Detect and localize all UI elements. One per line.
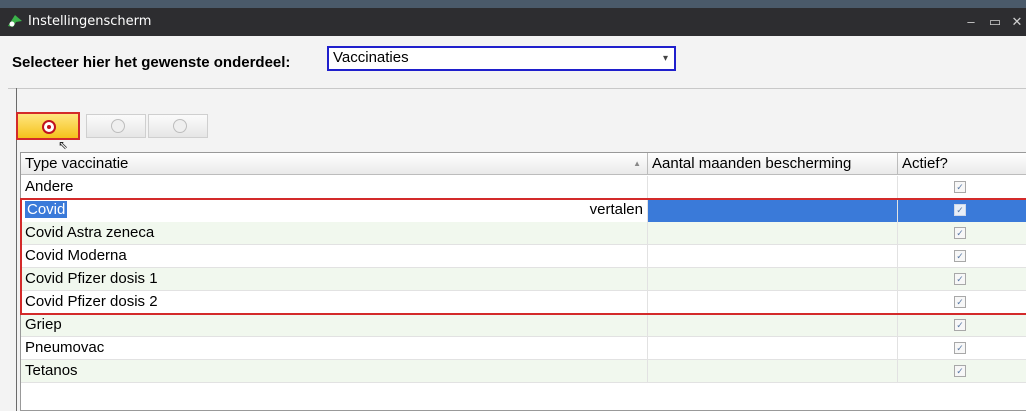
months-cell bbox=[648, 199, 898, 222]
column-header-type-label: Type vaccinatie bbox=[25, 155, 129, 172]
mouse-pointer-icon: ⇖ bbox=[58, 138, 69, 152]
sort-ascending-icon: ▲ bbox=[633, 159, 641, 168]
active-checkbox[interactable]: ✓ bbox=[954, 204, 966, 216]
type-cell: Griep bbox=[21, 314, 648, 337]
table-row-selected[interactable]: Covid vertalen ✓ bbox=[21, 199, 1026, 222]
selector-row: Selecteer hier het gewenste onderdeel: V… bbox=[8, 36, 1026, 86]
active-cell: ✓ bbox=[898, 314, 1026, 337]
type-cell-text[interactable]: Covid bbox=[25, 201, 68, 218]
column-header-months-label: Aantal maanden bescherming bbox=[652, 155, 852, 172]
table-row[interactable]: Andere ✓ bbox=[21, 176, 1026, 199]
months-cell bbox=[648, 176, 898, 199]
delete-icon bbox=[173, 119, 187, 133]
months-cell bbox=[648, 360, 898, 383]
section-dropdown-value: Vaccinaties bbox=[333, 49, 409, 66]
minimize-button[interactable]: – bbox=[962, 13, 980, 31]
type-cell: Covid Moderna bbox=[21, 245, 648, 268]
app-icon bbox=[8, 15, 22, 27]
edit-button[interactable] bbox=[86, 114, 146, 138]
table-row[interactable]: Covid Pfizer dosis 2 ✓ bbox=[21, 291, 1026, 314]
settings-window: Instellingenscherm – ▭ ✕ Selecteer hier … bbox=[0, 0, 1026, 411]
active-cell: ✓ bbox=[898, 176, 1026, 199]
type-cell: Pneumovac bbox=[21, 337, 648, 360]
active-checkbox[interactable]: ✓ bbox=[954, 273, 966, 285]
active-cell: ✓ bbox=[898, 360, 1026, 383]
months-cell bbox=[648, 245, 898, 268]
close-button[interactable]: ✕ bbox=[1008, 13, 1026, 31]
active-cell: ✓ bbox=[898, 245, 1026, 268]
active-checkbox[interactable]: ✓ bbox=[954, 250, 966, 262]
table-row[interactable]: Covid Astra zeneca ✓ bbox=[21, 222, 1026, 245]
active-checkbox[interactable]: ✓ bbox=[954, 227, 966, 239]
column-header-type[interactable]: Type vaccinatie ▲ bbox=[21, 153, 648, 175]
chevron-down-icon: ▾ bbox=[662, 53, 668, 64]
active-checkbox[interactable]: ✓ bbox=[954, 181, 966, 193]
table-row[interactable]: Pneumovac ✓ bbox=[21, 337, 1026, 360]
edit-icon bbox=[111, 119, 125, 133]
active-checkbox[interactable]: ✓ bbox=[954, 296, 966, 308]
vaccination-table: Type vaccinatie ▲ Aantal maanden bescher… bbox=[20, 152, 1026, 411]
type-cell: Covid Pfizer dosis 2 bbox=[21, 291, 648, 314]
active-cell: ✓ bbox=[898, 268, 1026, 291]
active-checkbox[interactable]: ✓ bbox=[954, 342, 966, 354]
type-cell: Tetanos bbox=[21, 360, 648, 383]
months-cell bbox=[648, 222, 898, 245]
type-cell: Covid Astra zeneca bbox=[21, 222, 648, 245]
table-row[interactable]: Covid Moderna ✓ bbox=[21, 245, 1026, 268]
add-icon bbox=[42, 120, 56, 134]
section-dropdown[interactable]: Vaccinaties ▾ bbox=[327, 46, 676, 71]
active-checkbox[interactable]: ✓ bbox=[954, 365, 966, 377]
active-checkbox[interactable]: ✓ bbox=[954, 319, 966, 331]
column-header-active[interactable]: Actief? bbox=[898, 153, 1026, 175]
type-cell: Andere bbox=[21, 176, 648, 199]
months-cell bbox=[648, 291, 898, 314]
window-title: Instellingenscherm bbox=[28, 14, 152, 29]
type-cell: Covid Pfizer dosis 1 bbox=[21, 268, 648, 291]
active-cell: ✓ bbox=[898, 337, 1026, 360]
active-cell: ✓ bbox=[898, 222, 1026, 245]
maximize-button[interactable]: ▭ bbox=[986, 13, 1004, 31]
translate-hint[interactable]: vertalen bbox=[590, 201, 643, 218]
title-bar: Instellingenscherm – ▭ ✕ bbox=[0, 8, 1026, 36]
type-cell[interactable]: Covid vertalen bbox=[21, 199, 648, 222]
table-row[interactable]: Covid Pfizer dosis 1 ✓ bbox=[21, 268, 1026, 291]
active-cell: ✓ bbox=[898, 291, 1026, 314]
column-header-months[interactable]: Aantal maanden bescherming bbox=[648, 153, 898, 175]
months-cell bbox=[648, 268, 898, 291]
selector-label: Selecteer hier het gewenste onderdeel: bbox=[12, 54, 291, 71]
background-strip bbox=[0, 0, 1026, 8]
divider bbox=[8, 88, 1026, 89]
delete-button[interactable] bbox=[148, 114, 208, 138]
content-area: Selecteer hier het gewenste onderdeel: V… bbox=[8, 36, 1026, 411]
column-header-active-label: Actief? bbox=[902, 155, 948, 172]
add-button[interactable]: ⇖ bbox=[16, 112, 80, 152]
active-cell: ✓ bbox=[898, 199, 1026, 222]
months-cell bbox=[648, 314, 898, 337]
months-cell bbox=[648, 337, 898, 360]
table-row[interactable]: Griep ✓ bbox=[21, 314, 1026, 337]
table-row[interactable]: Tetanos ✓ bbox=[21, 360, 1026, 383]
